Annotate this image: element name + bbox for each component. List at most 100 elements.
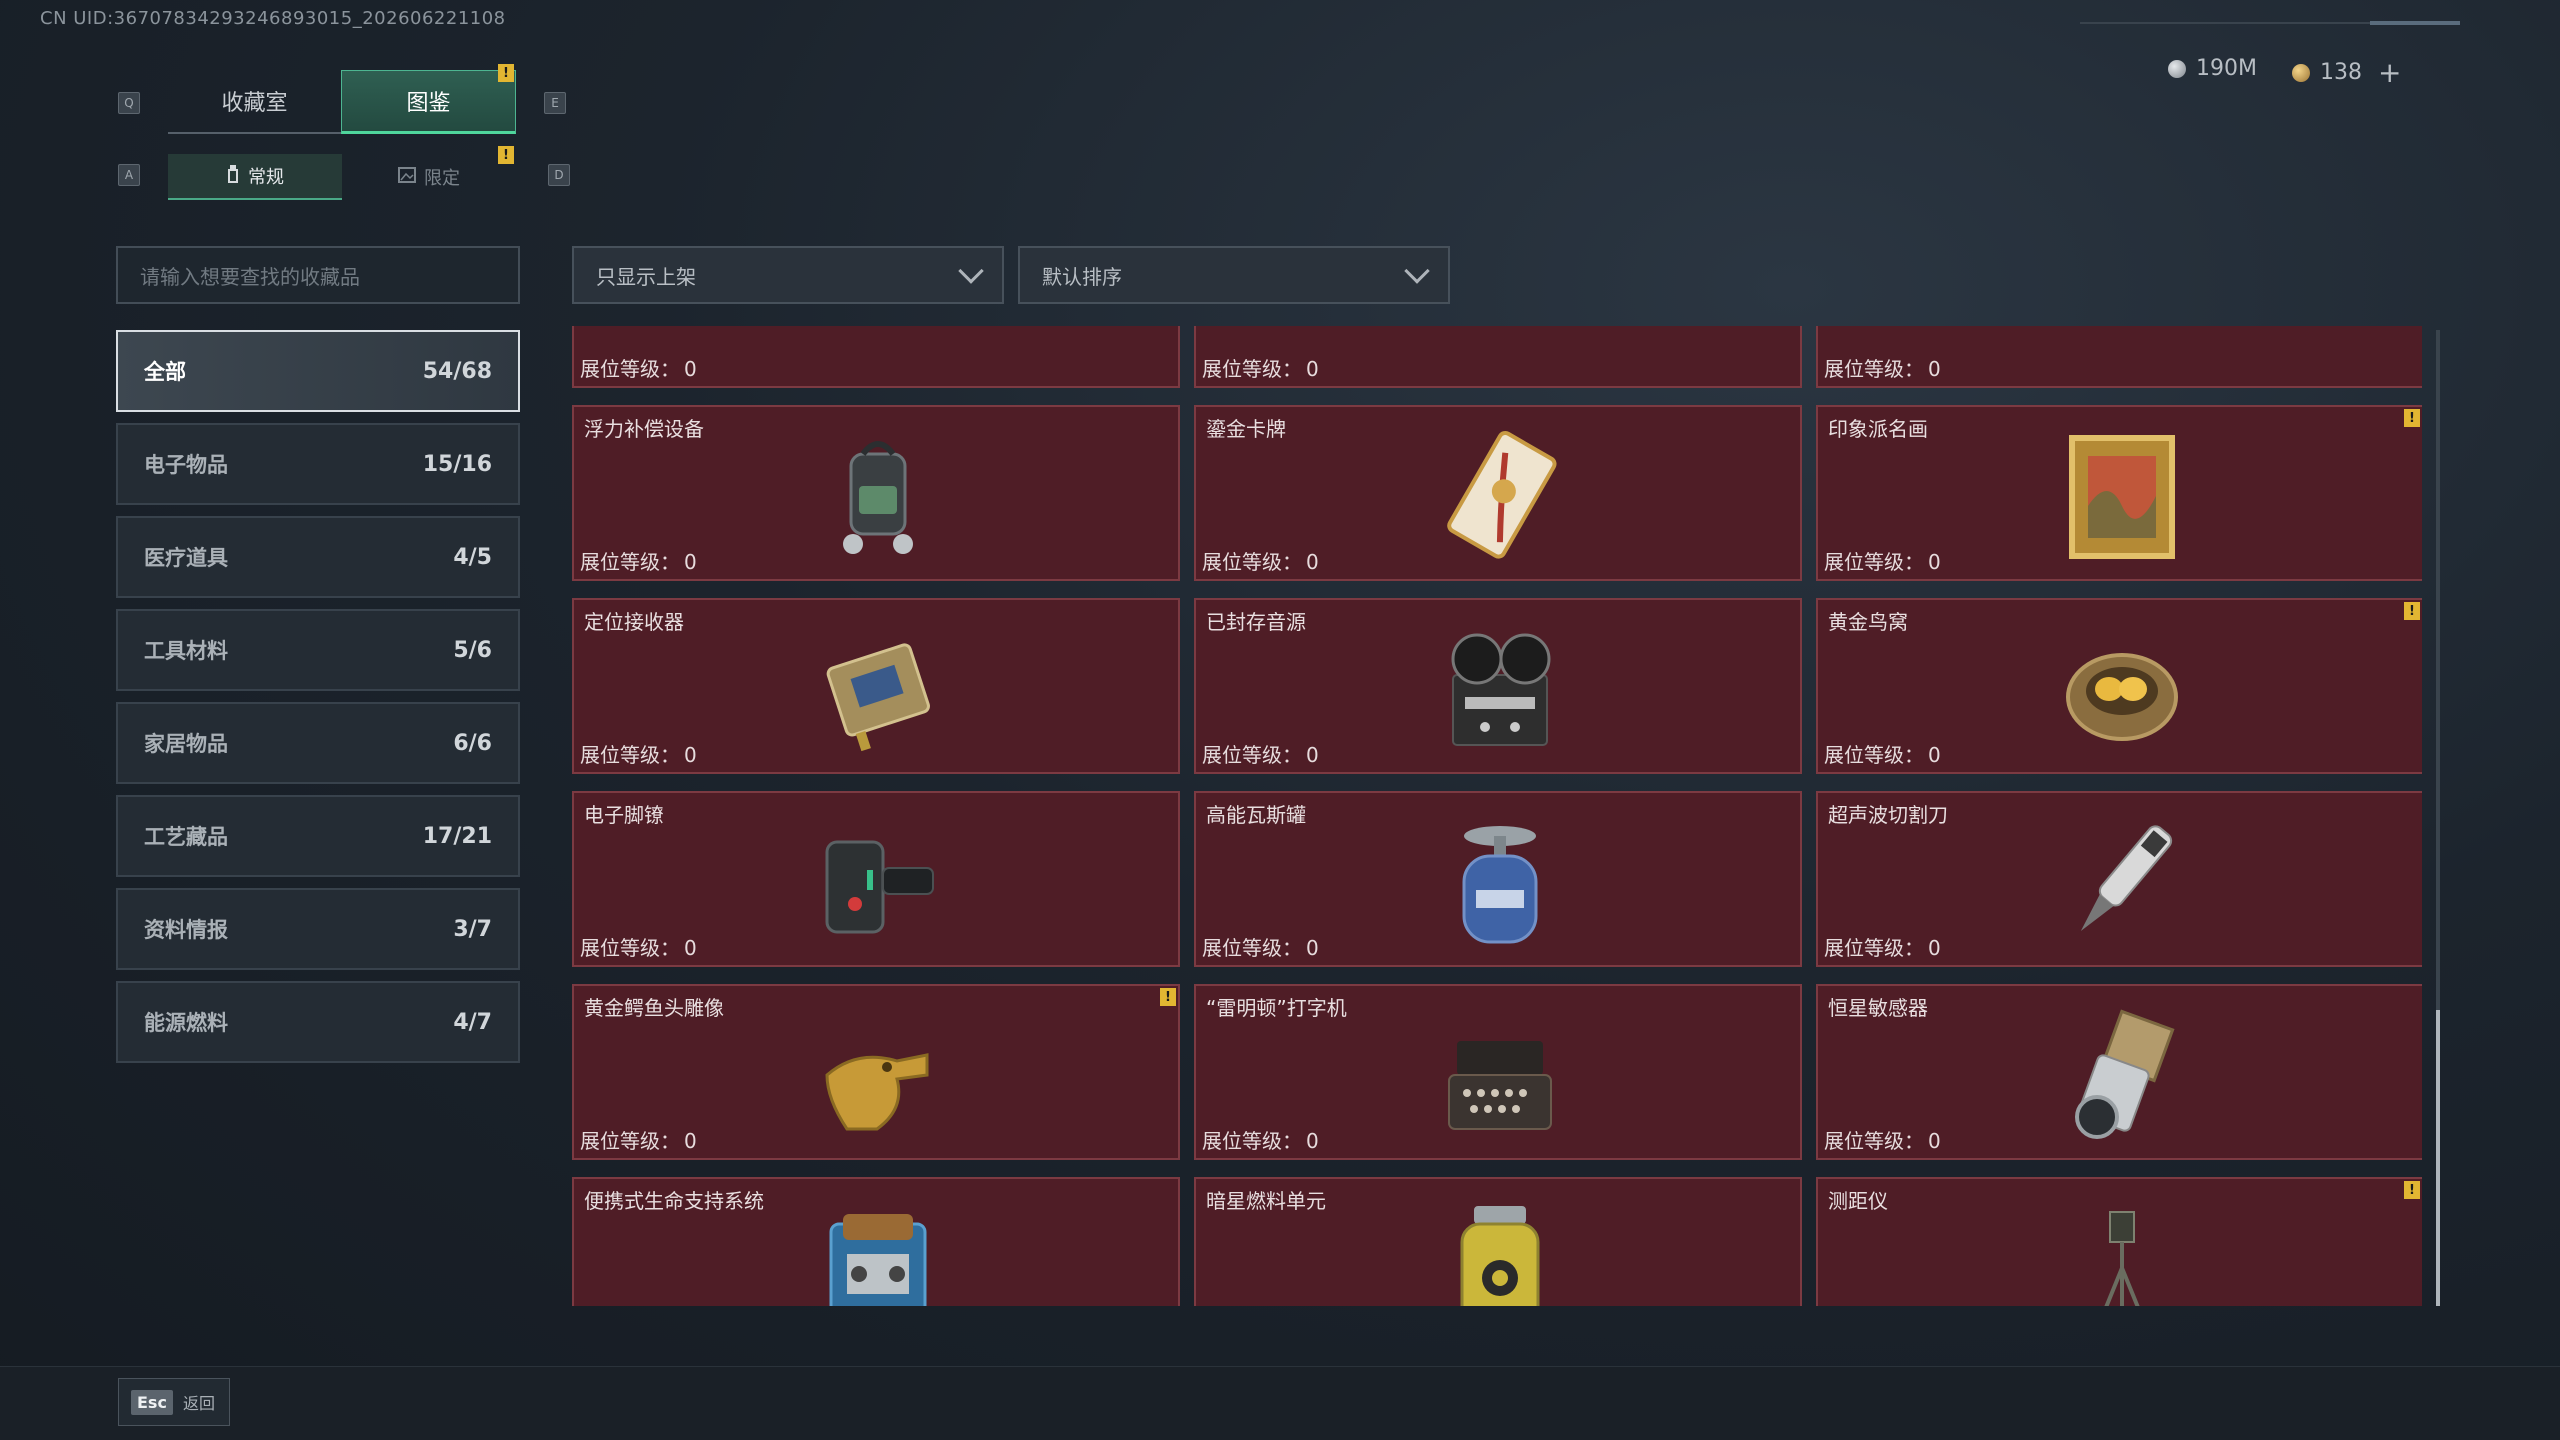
display-level: 展位等级： 0 <box>1824 1125 1941 1154</box>
display-level: 展位等级： 0 <box>1824 546 1941 575</box>
tab-alert-badge: ! <box>498 64 514 82</box>
collectible-card[interactable]: 高能瓦斯罐展位等级： 0 <box>1194 791 1802 967</box>
grid-scrollbar[interactable] <box>2436 330 2440 1306</box>
collectible-card[interactable]: 展位等级： 0 <box>1194 326 1802 388</box>
tab-collection-room[interactable]: 收藏室 <box>168 70 341 134</box>
partial-item <box>808 326 948 378</box>
collectible-card[interactable]: 鎏金卡牌 展位等级： 0 <box>1194 405 1802 581</box>
display-level-label: 展位等级： <box>1824 1129 1924 1153</box>
category-fuel[interactable]: 能源燃料 4/7 <box>116 981 520 1063</box>
display-level: 展位等级： 0 <box>580 1125 697 1154</box>
buoyancy-device-icon <box>808 421 948 571</box>
display-level-label: 展位等级： <box>1202 1129 1302 1153</box>
gilded-card-icon <box>1430 421 1570 571</box>
category-electronics[interactable]: 电子物品 15/16 <box>116 423 520 505</box>
collectible-name: 恒星敏感器 <box>1828 996 1928 1020</box>
collectible-card[interactable]: 定位接收器 展位等级： 0 <box>572 598 1180 774</box>
add-currency-button[interactable]: + <box>2378 56 2401 89</box>
display-level-value: 0 <box>684 357 697 381</box>
tab-codex[interactable]: 图鉴 <box>341 70 516 134</box>
subtab-regular[interactable]: 常规 <box>168 154 342 200</box>
category-all[interactable]: 全部 54/68 <box>116 330 520 412</box>
display-level-label: 展位等级： <box>580 936 680 960</box>
collectible-card[interactable]: 浮力补偿设备展位等级： 0 <box>572 405 1180 581</box>
display-level: 展位等级： 0 <box>1824 353 1941 382</box>
category-label: 电子物品 <box>144 453 228 477</box>
collectible-name: “雷明顿”打字机 <box>1206 996 1347 1020</box>
gas-canister-icon <box>1430 807 1570 957</box>
item-grid: 展位等级： 0 展位等级： 0 展位等级： 0 浮力补偿设备 展位等级： 0 鎏金卡牌 展位等级： 0… <box>572 326 2422 1306</box>
collectible-card[interactable]: “雷明顿”打字机展位等级： 0 <box>1194 984 1802 1160</box>
collectible-card[interactable]: 黄金鳄鱼头雕像 展位等级： 0! <box>572 984 1180 1160</box>
receiver-icon <box>808 614 948 764</box>
category-count: 4/5 <box>453 544 492 570</box>
collectible-card[interactable]: 电子脚镣 展位等级： 0 <box>572 791 1180 967</box>
gold-coin-icon <box>2292 63 2310 82</box>
category-label: 资料情报 <box>144 918 228 942</box>
collectible-card[interactable]: 印象派名画 展位等级： 0! <box>1816 405 2422 581</box>
silver-amount: 190M <box>2196 56 2257 81</box>
category-label: 医疗道具 <box>144 546 228 570</box>
key-hint-d: D <box>548 164 570 186</box>
silver-currency: 190M <box>2168 56 2257 81</box>
display-level-value: 0 <box>1928 743 1941 767</box>
search-input[interactable]: 请输入想要查找的收藏品 <box>116 246 520 304</box>
collectible-card[interactable]: 测距仪展位等级：0! <box>1816 1177 2422 1306</box>
chevron-down-icon <box>958 258 984 284</box>
collectible-name: 测距仪 <box>1828 1189 1888 1213</box>
collectible-name: 印象派名画 <box>1828 417 1928 441</box>
category-medical[interactable]: 医疗道具 4/5 <box>116 516 520 598</box>
scrollbar-thumb[interactable] <box>2436 1010 2440 1306</box>
display-level: 展位等级： 0 <box>580 739 697 768</box>
category-tools[interactable]: 工具材料 5/6 <box>116 609 520 691</box>
display-level-label: 展位等级： <box>1824 357 1924 381</box>
key-hint-e: E <box>544 92 566 114</box>
sort-dropdown[interactable]: 默认排序 <box>1018 246 1450 304</box>
gold-currency: 138 + <box>2292 56 2401 89</box>
collectible-name: 已封存音源 <box>1206 610 1306 634</box>
alert-badge-icon: ! <box>2404 602 2420 620</box>
collectible-name: 高能瓦斯罐 <box>1206 803 1306 827</box>
star-sensor-icon <box>2052 1000 2192 1150</box>
display-level: 展位等级： 0 <box>1824 932 1941 961</box>
subtab-limited-label: 限定 <box>424 168 460 189</box>
collectible-name: 暗星燃料单元 <box>1206 1189 1326 1213</box>
ankle-monitor-icon <box>808 807 948 957</box>
collectible-card[interactable]: 恒星敏感器展位等级： 0 <box>1816 984 2422 1160</box>
collectible-card[interactable]: 便携式生命支持系统展位等级：0 <box>572 1177 1180 1306</box>
collectible-card[interactable]: 展位等级： 0 <box>1816 326 2422 388</box>
display-level: 展位等级： 0 <box>1202 932 1319 961</box>
collectible-name: 鎏金卡牌 <box>1206 417 1286 441</box>
category-household[interactable]: 家居物品 6/6 <box>116 702 520 784</box>
fuel-cell-icon <box>1430 1193 1570 1306</box>
display-level-value: 0 <box>1306 936 1319 960</box>
top-progress-bar <box>2080 21 2460 25</box>
main-tabs: 收藏室 图鉴 <box>168 70 516 134</box>
category-intel[interactable]: 资料情报 3/7 <box>116 888 520 970</box>
shelf-filter-dropdown[interactable]: 只显示上架 <box>572 246 1004 304</box>
display-level-value: 0 <box>1306 743 1319 767</box>
category-label: 全部 <box>144 360 186 384</box>
subtab-limited[interactable]: 限定 <box>342 154 516 200</box>
category-count: 4/7 <box>453 1009 492 1035</box>
croc-statue-icon <box>808 1000 948 1150</box>
display-level-value: 0 <box>1306 1129 1319 1153</box>
category-count: 54/68 <box>422 358 492 384</box>
display-level-value: 0 <box>684 1129 697 1153</box>
display-level-value: 0 <box>1306 550 1319 574</box>
collectible-name: 黄金鳄鱼头雕像 <box>584 996 724 1020</box>
category-count: 17/21 <box>422 823 492 849</box>
collectible-card[interactable]: 已封存音源 展位等级： 0 <box>1194 598 1802 774</box>
partial-item <box>1430 326 1570 378</box>
category-crafts[interactable]: 工艺藏品 17/21 <box>116 795 520 877</box>
collectible-name: 浮力补偿设备 <box>584 417 704 441</box>
gold-amount: 138 <box>2320 60 2362 85</box>
search-placeholder: 请输入想要查找的收藏品 <box>140 264 360 289</box>
collectible-card[interactable]: 暗星燃料单元展位等级：0 <box>1194 1177 1802 1306</box>
partial-item <box>2052 326 2192 378</box>
display-level: 展位等级： 0 <box>580 546 697 575</box>
back-button[interactable]: Esc 返回 <box>118 1378 230 1426</box>
collectible-card[interactable]: 展位等级： 0 <box>572 326 1180 388</box>
collectible-card[interactable]: 超声波切割刀 展位等级： 0 <box>1816 791 2422 967</box>
collectible-card[interactable]: 黄金鸟窝 展位等级： 0! <box>1816 598 2422 774</box>
